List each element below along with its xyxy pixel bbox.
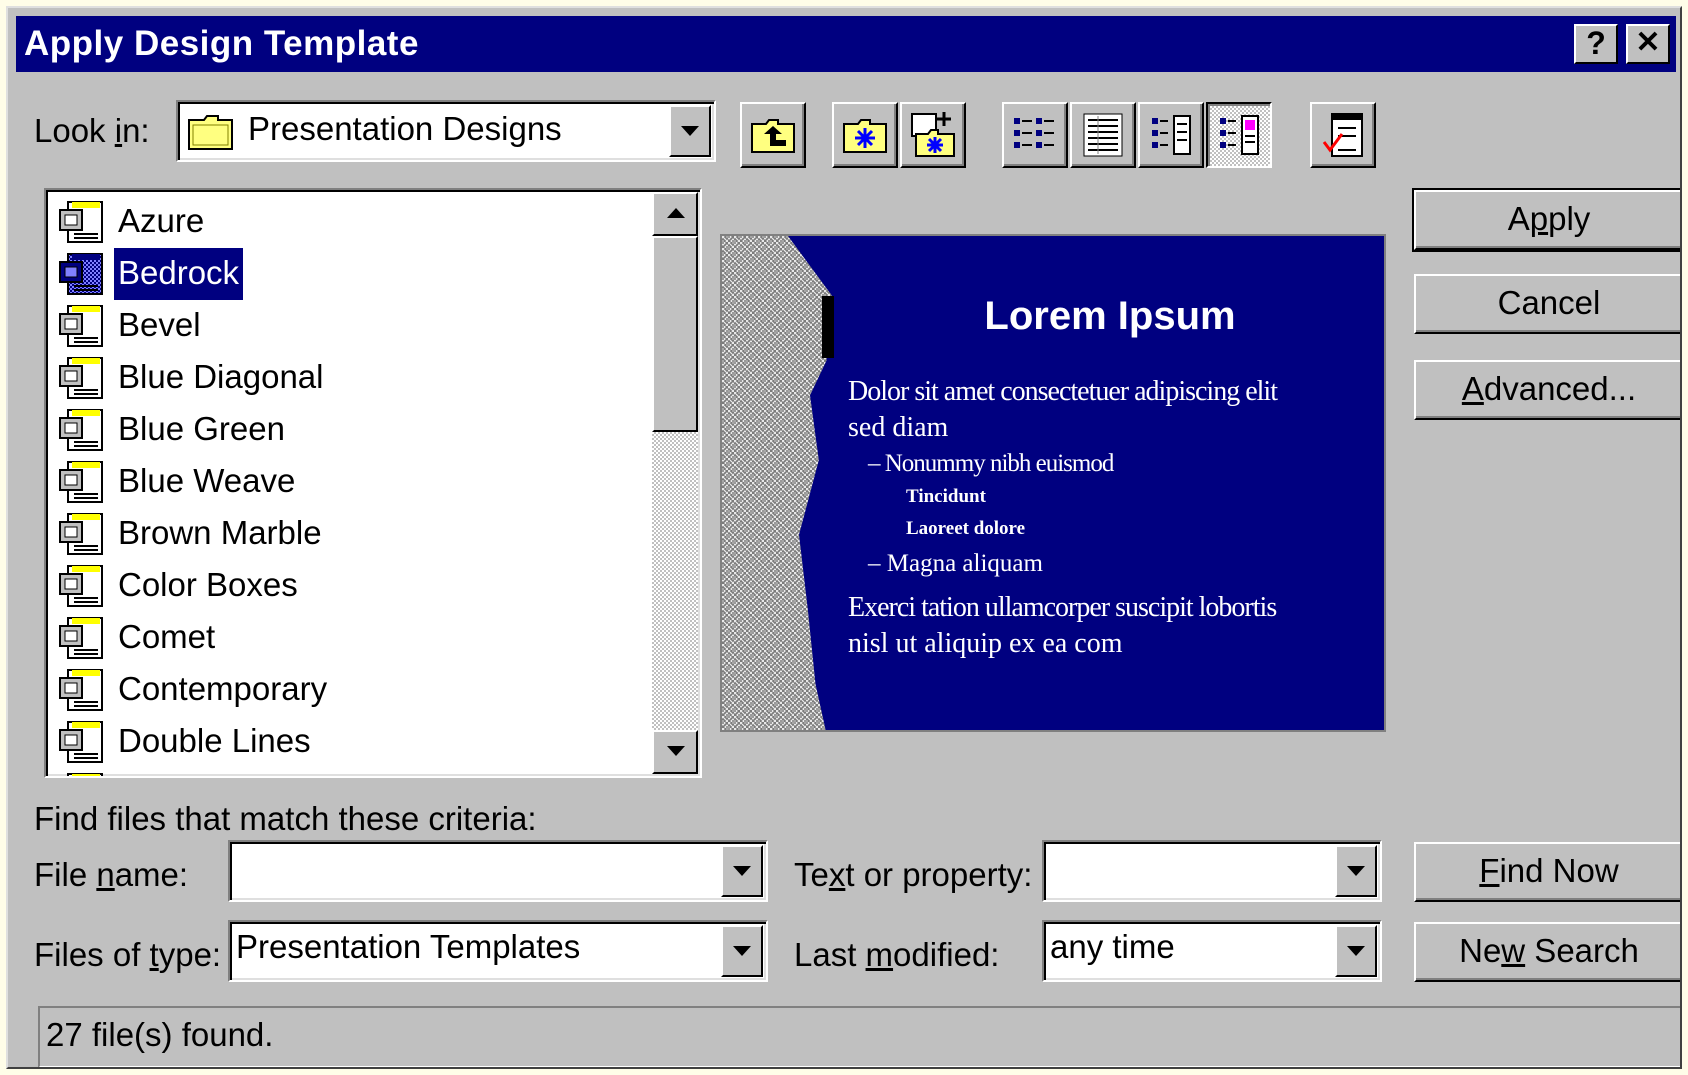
text-or-property-dropdown-arrow[interactable] <box>1335 845 1377 897</box>
help-button[interactable]: ? <box>1574 24 1618 64</box>
add-to-favorites-button[interactable] <box>900 102 966 168</box>
preview-line-8: nisl ut aliquip ex ea com <box>848 628 1123 659</box>
close-button[interactable]: ✕ <box>1626 24 1670 64</box>
preview-title: Lorem Ipsum <box>984 294 1236 338</box>
template-file-icon <box>58 668 108 717</box>
template-file-icon <box>58 304 108 353</box>
template-file-icon <box>58 460 108 509</box>
template-preview: Lorem Ipsum Dolor sit amet consectetuer … <box>720 234 1386 732</box>
template-file-icon <box>58 616 108 665</box>
up-one-level-button[interactable] <box>740 102 806 168</box>
file-name-dropdown-arrow[interactable] <box>721 845 763 897</box>
files-of-type-value: Presentation Templates <box>236 928 581 965</box>
last-modified-label: Last modified: <box>794 936 1000 973</box>
file-name-label: File name: <box>34 856 189 893</box>
files-of-type-dropdown-arrow[interactable] <box>721 925 763 977</box>
last-modified-dropdown[interactable]: any time <box>1042 920 1382 982</box>
list-item-label: Azure <box>118 202 205 239</box>
list-item-label: Blue Diagonal <box>118 358 324 395</box>
template-file-icon <box>58 408 108 457</box>
look-in-label: Look in: <box>34 112 150 149</box>
template-file-icon <box>58 252 108 301</box>
files-of-type-dropdown[interactable]: Presentation Templates <box>228 920 768 982</box>
template-file-icon <box>58 772 108 776</box>
text-or-property-label: Text or property: <box>794 856 1033 893</box>
find-now-button[interactable]: Find Now <box>1414 842 1680 902</box>
template-file-icon <box>58 720 108 769</box>
preview-line-3: – Nonummy nibh euismod <box>868 450 1114 477</box>
new-search-button[interactable]: New Search <box>1414 922 1680 982</box>
preview-line-2: sed diam <box>848 412 949 443</box>
window-title: Apply Design Template <box>24 24 419 63</box>
template-file-icon <box>58 512 108 561</box>
list-item-label: Blue Green <box>118 410 285 447</box>
files-of-type-label: Files of type: <box>34 936 222 973</box>
status-text: 27 file(s) found. <box>46 1016 274 1053</box>
list-item-label: Brown Marble <box>118 514 322 551</box>
cancel-button[interactable]: Cancel <box>1414 274 1680 334</box>
list-view-button[interactable] <box>1002 102 1068 168</box>
advanced-button[interactable]: Advanced... <box>1414 360 1680 420</box>
preview-line-7: Exerci tation ullamcorper suscipit lobor… <box>848 592 1277 623</box>
criteria-heading: Find files that match these criteria: <box>34 800 537 837</box>
look-in-favorites-button[interactable] <box>832 102 898 168</box>
file-name-combobox[interactable] <box>228 840 768 902</box>
last-modified-value: any time <box>1050 928 1175 965</box>
preview-line-6: – Magna aliquam <box>868 550 1043 577</box>
last-modified-dropdown-arrow[interactable] <box>1335 925 1377 977</box>
commands-and-settings-button[interactable] <box>1310 102 1376 168</box>
list-item-label: Bevel <box>118 306 201 343</box>
apply-design-template-dialog: Apply Design Template ? ✕ Look in: Prese… <box>6 6 1682 1069</box>
scroll-up-button[interactable] <box>652 192 698 236</box>
scroll-thumb[interactable] <box>652 236 698 432</box>
preview-line-5: Laoreet dolore <box>906 518 1026 539</box>
look-in-dropdown[interactable]: Presentation Designs <box>176 100 716 162</box>
status-bar: 27 file(s) found. <box>38 1006 1680 1067</box>
list-item-label: Contemporary <box>118 670 328 707</box>
list-item-label: Double Lines <box>118 722 311 759</box>
list-item-label: Color Boxes <box>118 566 298 603</box>
details-view-button[interactable] <box>1070 102 1136 168</box>
list-item-label: Comet <box>118 618 216 655</box>
folder-icon <box>188 114 234 155</box>
text-or-property-combobox[interactable] <box>1042 840 1382 902</box>
preview-view-button[interactable] <box>1206 102 1272 168</box>
template-file-icon <box>58 356 108 405</box>
vertical-scrollbar[interactable] <box>652 192 698 774</box>
file-list[interactable]: Azure Bedrock Bevel Blue Diagonal Blue Green… <box>44 188 702 778</box>
properties-view-button[interactable] <box>1138 102 1204 168</box>
list-item-label: Bedrock <box>114 248 244 300</box>
preview-line-4: Tincidunt <box>906 486 986 507</box>
scroll-down-button[interactable] <box>652 730 698 774</box>
preview-line-1: Dolor sit amet consectetuer adipiscing e… <box>848 376 1278 407</box>
look-in-dropdown-arrow[interactable] <box>669 105 711 157</box>
look-in-value: Presentation Designs <box>248 110 562 147</box>
title-bar[interactable]: Apply Design Template ? ✕ <box>16 16 1676 72</box>
template-file-icon <box>58 564 108 613</box>
list-item-label: Blue Weave <box>118 462 296 499</box>
apply-button[interactable]: Apply <box>1412 188 1680 252</box>
template-file-icon <box>58 200 108 249</box>
